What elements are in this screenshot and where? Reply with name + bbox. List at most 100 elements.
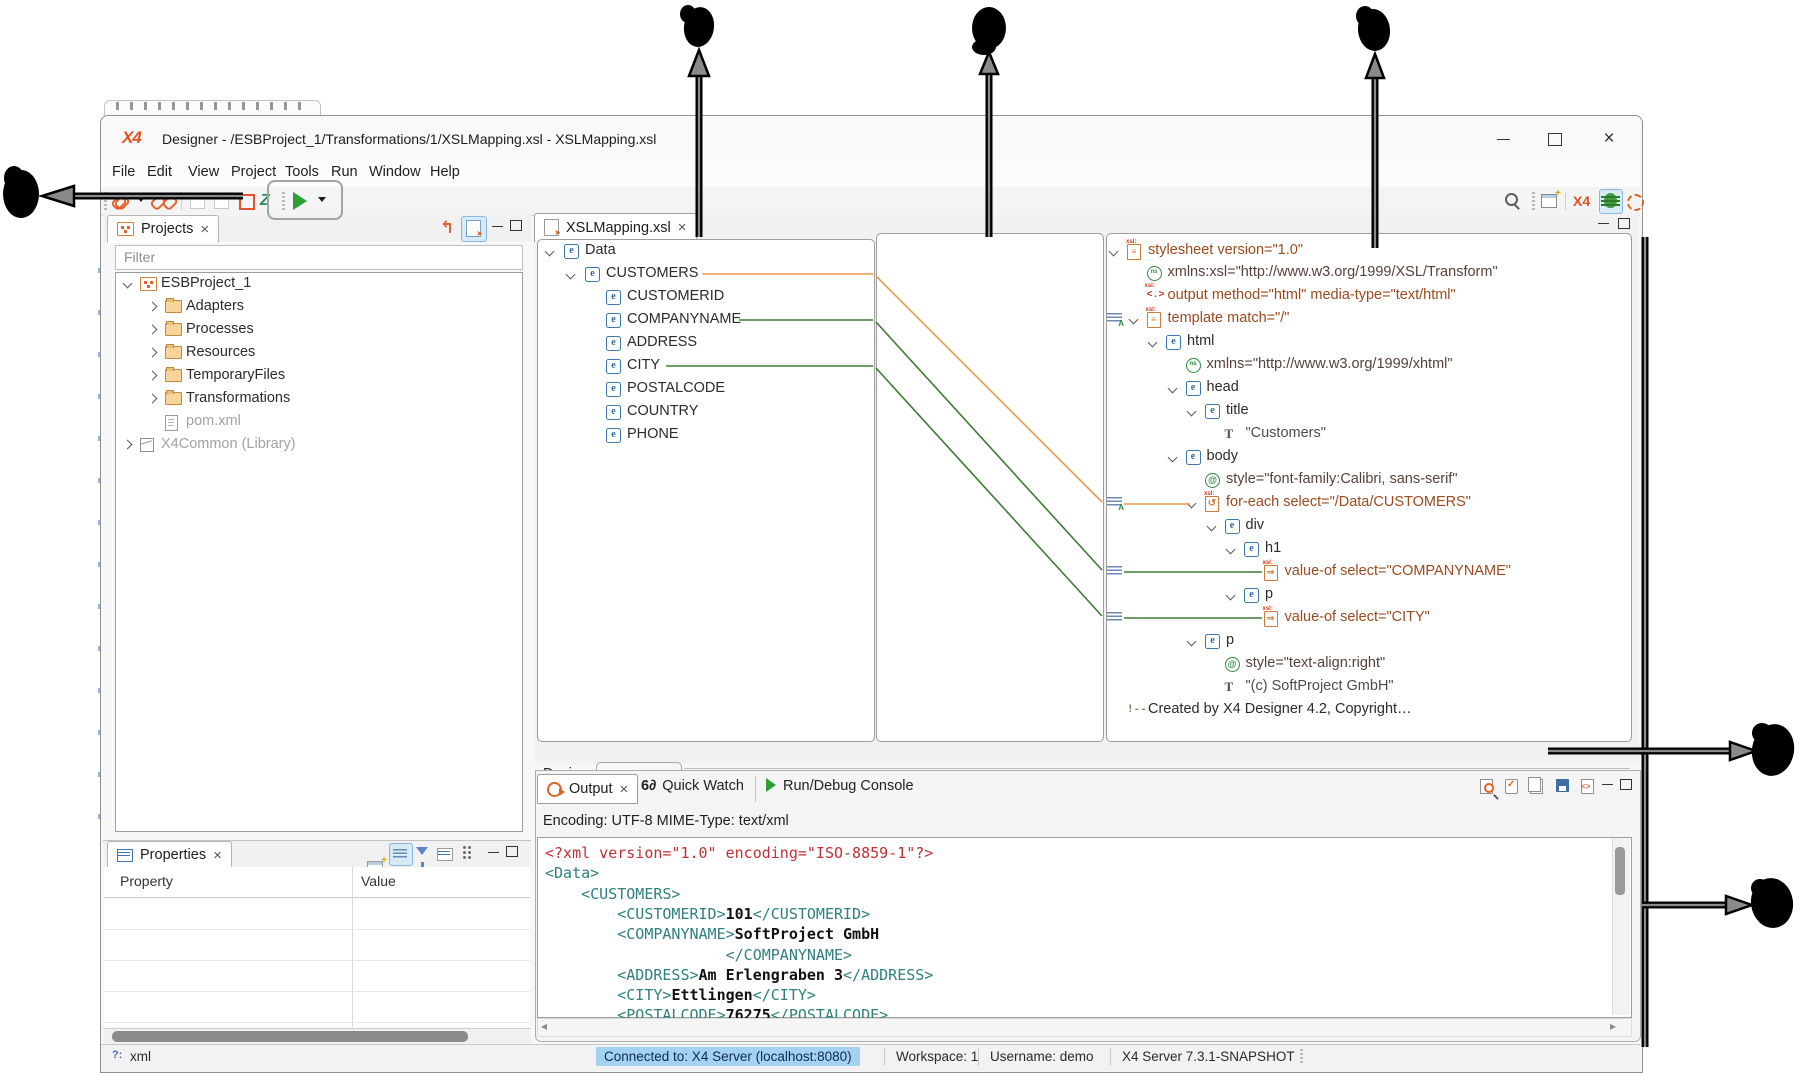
validate-icon[interactable]: ✓	[1505, 779, 1518, 794]
xsl-chevron-icon[interactable]	[1148, 338, 1158, 348]
xsl-chevron-icon[interactable]	[1167, 453, 1177, 463]
tree-chevron-icon[interactable]	[148, 324, 158, 334]
tree-item[interactable]: Processes	[116, 318, 520, 341]
table-settings-icon[interactable]	[437, 848, 453, 861]
tree-chevron-icon[interactable]	[123, 278, 133, 288]
tab-output[interactable]: Output×	[537, 774, 638, 804]
tree-chevron-icon[interactable]	[148, 393, 158, 403]
find-in-output-icon[interactable]	[1480, 779, 1493, 794]
source-tree-row[interactable]: CITY	[538, 355, 868, 378]
xsl-tree-row[interactable]: xmlns="http://www.w3.org/1999/xhtml"	[1106, 354, 1628, 377]
xsl-chevron-icon[interactable]	[1167, 384, 1177, 394]
menu-tools[interactable]: Tools	[285, 164, 319, 180]
xsl-tree-row[interactable]: stylesheet version="1.0"	[1106, 240, 1628, 263]
xsl-tree-row[interactable]: for-each select="/Data/CUSTOMERS"	[1106, 492, 1628, 515]
properties-maximize-icon[interactable]	[506, 846, 518, 857]
source-tree-row[interactable]: COUNTRY	[538, 401, 868, 424]
save-output-icon[interactable]	[1556, 779, 1569, 792]
tree-item[interactable]: pom.xml	[116, 410, 520, 433]
xsl-tree-row[interactable]: style="font-family:Calibri, sans-serif"	[1106, 469, 1628, 492]
open-perspective-icon[interactable]	[1541, 194, 1557, 208]
source-chevron-icon[interactable]	[566, 269, 576, 279]
reload-icon[interactable]	[239, 194, 255, 210]
projects-minimize-icon[interactable]	[492, 226, 503, 227]
show-source-icon[interactable]: <>	[1581, 779, 1594, 794]
filter-input[interactable]: Filter	[115, 245, 523, 270]
xsl-tree-row[interactable]: p	[1106, 584, 1628, 607]
editor-minimize-icon[interactable]	[1598, 223, 1609, 224]
source-tree-row[interactable]: CUSTOMERS	[538, 263, 868, 286]
tab-output-close-icon[interactable]: ×	[620, 781, 629, 798]
xsl-tree-row[interactable]: html	[1106, 331, 1628, 354]
source-tree-row[interactable]: POSTALCODE	[538, 378, 868, 401]
tree-chevron-icon[interactable]	[123, 439, 133, 449]
menu-file[interactable]: File	[112, 164, 135, 180]
tab-properties[interactable]: Properties×	[107, 841, 232, 869]
tab-properties-close-icon[interactable]: ×	[213, 847, 222, 864]
xsl-tree-row[interactable]: output method="html" media-type="text/ht…	[1106, 285, 1628, 308]
source-tree-row[interactable]: ADDRESS	[538, 332, 868, 355]
menu-window[interactable]: Window	[369, 164, 421, 180]
xsl-chevron-icon[interactable]	[1187, 636, 1197, 646]
tree-chevron-icon[interactable]	[148, 370, 158, 380]
tree-item[interactable]: ESBProject_1	[116, 272, 520, 295]
xsl-chevron-icon[interactable]	[1187, 407, 1197, 417]
x4-perspective-button[interactable]: X4	[1573, 193, 1590, 209]
show-selected-element-button[interactable]	[461, 216, 487, 242]
xsl-chevron-icon[interactable]	[1187, 498, 1197, 508]
xsl-tree-row[interactable]: "Customers"	[1106, 423, 1628, 446]
source-tree-row[interactable]: Data	[538, 240, 868, 263]
xsl-chevron-icon[interactable]	[1109, 246, 1119, 256]
tree-mode-button[interactable]	[389, 843, 413, 866]
xsl-tree-row[interactable]: head	[1106, 377, 1628, 400]
tree-item[interactable]: TemporaryFiles	[116, 364, 520, 387]
source-tree-row[interactable]: CUSTOMERID	[538, 286, 868, 309]
xsl-chevron-icon[interactable]	[1206, 521, 1216, 531]
scroll-left-icon[interactable]: ◂	[541, 1019, 547, 1033]
editor-maximize-icon[interactable]	[1618, 218, 1630, 229]
menu-project[interactable]: Project	[231, 164, 276, 180]
xsl-tree-row[interactable]: h1	[1106, 538, 1628, 561]
menu-run[interactable]: Run	[331, 164, 358, 180]
console-maximize-icon[interactable]	[1620, 779, 1632, 790]
xsl-tree-row[interactable]: value-of select="CITY"	[1106, 607, 1628, 630]
xsl-tree-row[interactable]: Created by X4 Designer 4.2, Copyright…	[1106, 699, 1628, 722]
tab-projects-close-icon[interactable]: ×	[200, 221, 209, 238]
maximize-button[interactable]	[1540, 130, 1570, 148]
debug-perspective-button[interactable]	[1599, 189, 1623, 214]
xsl-tree-row[interactable]: xmlns:xsl="http://www.w3.org/1999/XSL/Tr…	[1106, 262, 1628, 285]
xsl-tree-row[interactable]: template match="/"	[1106, 308, 1628, 331]
menu-view[interactable]: View	[188, 164, 219, 180]
tree-item[interactable]: Resources	[116, 341, 520, 364]
xsl-tree-row[interactable]: value-of select="COMPANYNAME"	[1106, 561, 1628, 584]
source-chevron-icon[interactable]	[545, 246, 555, 256]
copy-output-icon[interactable]	[1530, 779, 1543, 794]
xsl-tree-row[interactable]: "(c) SoftProject GmbH"	[1106, 676, 1628, 699]
view-menu-icon[interactable]	[463, 846, 466, 849]
properties-hscrollbar-thumb[interactable]	[112, 1031, 468, 1042]
xsl-tree-row[interactable]: p	[1106, 630, 1628, 653]
refresh-icon[interactable]	[1627, 194, 1644, 211]
properties-minimize-icon[interactable]	[488, 852, 499, 853]
scroll-right-icon[interactable]: ▸	[1610, 1019, 1616, 1033]
tab-projects[interactable]: Projects×	[107, 215, 219, 243]
tab-xslmapping[interactable]: XSLMapping.xsl×	[534, 213, 697, 242]
menu-help[interactable]: Help	[430, 164, 460, 180]
menu-edit[interactable]: Edit	[147, 164, 172, 180]
minimize-button[interactable]	[1488, 130, 1518, 148]
tree-chevron-icon[interactable]	[148, 301, 158, 311]
xsl-tree-row[interactable]: body	[1106, 446, 1628, 469]
search-icon[interactable]	[1505, 193, 1518, 206]
source-tree-row[interactable]: PHONE	[538, 424, 868, 447]
tree-item[interactable]: X4Common (Library)	[116, 433, 520, 456]
source-tree-row[interactable]: COMPANYNAME	[538, 309, 868, 332]
link-dropdown-icon[interactable]	[137, 197, 145, 202]
xsl-tree-row[interactable]: title	[1106, 400, 1628, 423]
unlink-icon[interactable]	[151, 193, 175, 209]
tree-chevron-icon[interactable]	[148, 347, 158, 357]
filter-properties-icon[interactable]	[416, 847, 428, 855]
xsl-chevron-icon[interactable]	[1226, 544, 1236, 554]
console-hscrollbar[interactable]: ◂▸	[537, 1018, 1632, 1037]
xsl-tree-row[interactable]: style="text-align:right"	[1106, 653, 1628, 676]
xsl-chevron-icon[interactable]	[1226, 590, 1236, 600]
